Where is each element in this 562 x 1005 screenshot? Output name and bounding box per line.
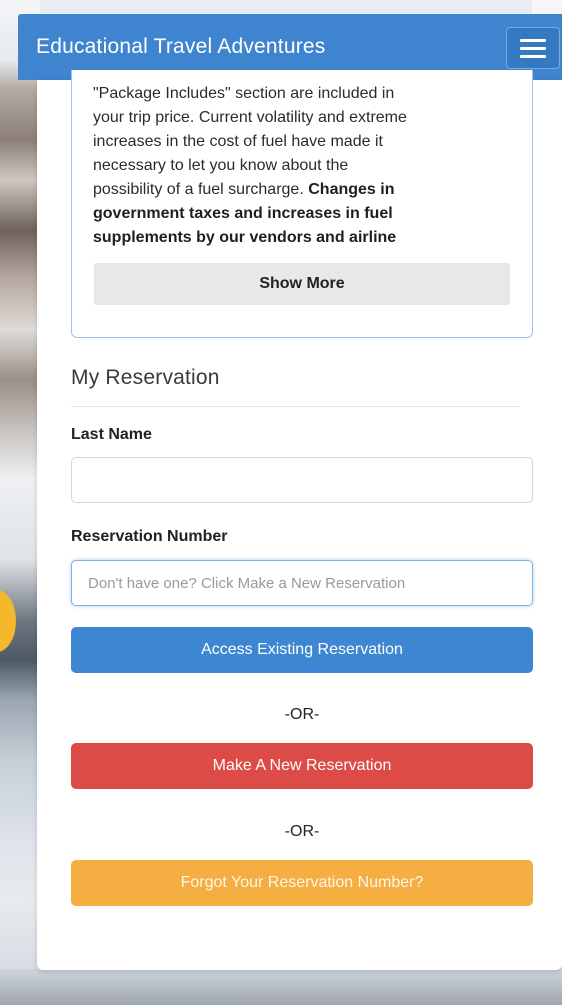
info-line: possibility of a fuel surcharge. Changes… bbox=[93, 178, 513, 202]
hamburger-menu-icon-bar bbox=[520, 54, 546, 58]
access-existing-reservation-button[interactable]: Access Existing Reservation bbox=[71, 627, 533, 673]
info-text-bold: Changes in bbox=[308, 181, 395, 198]
background-photo-left bbox=[0, 0, 40, 1005]
brand-title[interactable]: Educational Travel Adventures bbox=[36, 35, 325, 59]
last-name-label: Last Name bbox=[71, 426, 152, 443]
info-line: "Package Includes" section are included … bbox=[93, 85, 395, 102]
make-new-reservation-button[interactable]: Make A New Reservation bbox=[71, 743, 533, 789]
trip-info-text: "Package Includes" section are included … bbox=[93, 82, 513, 262]
reservation-section-title: My Reservation bbox=[71, 366, 220, 389]
info-line: necessary to let you know about the bbox=[93, 157, 349, 174]
info-text-bold: supplements by our vendors and airline bbox=[93, 229, 397, 246]
or-separator: -OR- bbox=[284, 706, 320, 723]
forgot-reservation-number-button[interactable]: Forgot Your Reservation Number? bbox=[71, 860, 533, 906]
or-separator: -OR- bbox=[284, 823, 320, 840]
info-line: increases in the cost of fuel have made … bbox=[93, 133, 383, 150]
main-card: "Package Includes" section are included … bbox=[37, 70, 562, 970]
background-photo-bottom bbox=[0, 969, 562, 1005]
reservation-number-input[interactable] bbox=[71, 560, 533, 606]
info-line: government taxes and increases in fuel bbox=[93, 202, 513, 226]
reservation-number-label: Reservation Number bbox=[71, 528, 228, 545]
info-text-bold: government taxes and increases in fuel bbox=[93, 205, 393, 222]
hamburger-menu-icon bbox=[520, 38, 546, 42]
trip-info-box: "Package Includes" section are included … bbox=[71, 70, 533, 338]
last-name-input[interactable] bbox=[71, 457, 533, 503]
info-text-regular: possibility of a fuel surcharge. bbox=[93, 181, 304, 198]
info-line: supplements by our vendors and airline bbox=[93, 226, 513, 250]
show-more-button[interactable]: Show More bbox=[94, 263, 510, 305]
text-fade-overlay bbox=[93, 248, 513, 262]
section-divider bbox=[71, 406, 519, 407]
hamburger-menu-icon-bar bbox=[520, 46, 546, 50]
yellow-marker bbox=[0, 590, 16, 652]
menu-toggle-button[interactable] bbox=[506, 27, 560, 69]
info-line: your trip price. Current volatility and … bbox=[93, 109, 407, 126]
